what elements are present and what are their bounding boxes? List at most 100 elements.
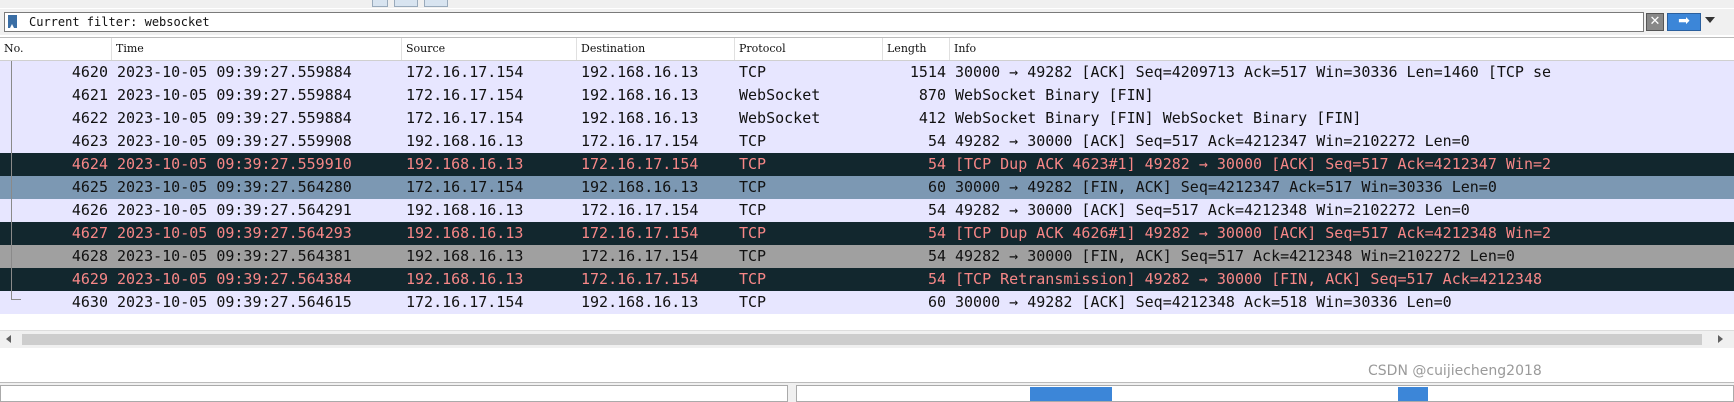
cell-protocol: WebSocket (739, 86, 821, 104)
cell-destination: 172.16.17.154 (581, 270, 699, 288)
cell-destination: 172.16.17.154 (581, 132, 699, 150)
cell-info: WebSocket Binary [FIN] (955, 86, 1154, 104)
table-row[interactable]: 4627 2023-10-05 09:39:27.564293 192.168.16… (0, 222, 1734, 245)
cell-destination: 192.168.16.13 (581, 293, 699, 311)
cell-no: 4630 (71, 293, 108, 311)
table-row[interactable]: 4625 2023-10-05 09:39:27.564280 172.16.17.… (0, 176, 1734, 199)
cell-protocol: TCP (739, 293, 767, 311)
cell-info: [TCP Dup ACK 4623#1] 49282 → 30000 [ACK]… (955, 155, 1552, 173)
toolbar-strip (0, 0, 1734, 8)
cell-info: [TCP Retransmission] 49282 → 30000 [FIN,… (955, 270, 1542, 288)
cell-length: 54 (927, 224, 946, 242)
cell-no: 4625 (71, 178, 108, 196)
cell-length: 54 (927, 270, 946, 288)
watermark: CSDN @cuijiecheng2018 (1368, 363, 1542, 379)
scrollbar-thumb[interactable] (22, 334, 1702, 345)
cell-info: 30000 → 49282 [ACK] Seq=4212348 Ack=518 … (955, 293, 1452, 311)
bytes-highlight (1030, 387, 1112, 401)
filter-text: Current filter: websocket (29, 15, 210, 29)
packet-list: No. Time Source Destination Protocol Len… (0, 37, 1734, 328)
cell-destination: 192.168.16.13 (581, 63, 699, 81)
cell-protocol: TCP (739, 132, 767, 150)
cell-no: 4623 (71, 132, 108, 150)
cell-source: 192.168.16.13 (406, 155, 524, 173)
toolbar-button[interactable] (394, 0, 418, 7)
cell-source: 192.168.16.13 (406, 132, 524, 150)
cell-length: 60 (927, 293, 946, 311)
packet-bytes-pane[interactable] (796, 385, 1734, 402)
cell-info: 30000 → 49282 [FIN, ACK] Seq=4212347 Ack… (955, 178, 1497, 196)
bookmark-icon[interactable] (8, 15, 17, 28)
cell-protocol: TCP (739, 178, 767, 196)
cell-time: 2023-10-05 09:39:27.564381 (117, 247, 352, 265)
column-header-source[interactable]: Source (402, 38, 577, 60)
cell-time: 2023-10-05 09:39:27.564293 (117, 224, 352, 242)
packet-details-pane[interactable] (0, 385, 788, 402)
cell-length: 54 (927, 247, 946, 265)
column-header-no[interactable]: No. (0, 38, 112, 60)
cell-no: 4629 (71, 270, 108, 288)
table-row[interactable]: 4621 2023-10-05 09:39:27.559884 172.16.17.… (0, 84, 1734, 107)
cell-length: 60 (927, 178, 946, 196)
table-row[interactable]: 4623 2023-10-05 09:39:27.559908 192.168.16… (0, 130, 1734, 153)
cell-destination: 172.16.17.154 (581, 224, 699, 242)
cell-no: 4622 (71, 109, 108, 127)
packet-list-header: No. Time Source Destination Protocol Len… (0, 38, 1734, 61)
toolbar-button[interactable] (372, 0, 388, 7)
cell-info: 49282 → 30000 [ACK] Seq=517 Ack=4212348 … (955, 201, 1470, 219)
cell-protocol: WebSocket (739, 109, 821, 127)
column-header-protocol[interactable]: Protocol (735, 38, 883, 60)
cell-source: 172.16.17.154 (406, 178, 524, 196)
scroll-right-icon[interactable] (1718, 335, 1723, 343)
toolbar-button[interactable] (424, 0, 448, 7)
cell-destination: 192.168.16.13 (581, 178, 699, 196)
column-header-destination[interactable]: Destination (577, 38, 735, 60)
cell-no: 4624 (71, 155, 108, 173)
column-header-info[interactable]: Info (950, 38, 1734, 60)
horizontal-scrollbar[interactable] (0, 330, 1734, 348)
details-panes (0, 382, 1734, 402)
cell-no: 4627 (71, 224, 108, 242)
cell-length: 54 (927, 132, 946, 150)
cell-time: 2023-10-05 09:39:27.559884 (117, 109, 352, 127)
cell-no: 4620 (71, 63, 108, 81)
cell-protocol: TCP (739, 63, 767, 81)
cell-info: [TCP Dup ACK 4626#1] 49282 → 30000 [ACK]… (955, 224, 1552, 242)
cell-no: 4626 (71, 201, 108, 219)
table-row[interactable]: 4628 2023-10-05 09:39:27.564381 192.168.16… (0, 245, 1734, 268)
cell-source: 192.168.16.13 (406, 201, 524, 219)
cell-destination: 172.16.17.154 (581, 155, 699, 173)
cell-length: 1514 (909, 63, 946, 81)
clear-icon[interactable]: ✕ (1646, 13, 1664, 31)
cell-length: 54 (927, 201, 946, 219)
cell-protocol: TCP (739, 247, 767, 265)
table-row[interactable]: 4620 2023-10-05 09:39:27.559884 172.16.17.… (0, 61, 1734, 84)
cell-source: 192.168.16.13 (406, 270, 524, 288)
cell-info: 49282 → 30000 [ACK] Seq=517 Ack=4212347 … (955, 132, 1470, 150)
cell-protocol: TCP (739, 201, 767, 219)
arrow-right-icon[interactable]: ➡ (1667, 13, 1701, 31)
cell-info: WebSocket Binary [FIN] WebSocket Binary … (955, 109, 1362, 127)
cell-destination: 172.16.17.154 (581, 201, 699, 219)
cell-time: 2023-10-05 09:39:27.564280 (117, 178, 352, 196)
table-row[interactable]: 4630 2023-10-05 09:39:27.564615 172.16.17.… (0, 291, 1734, 314)
table-row[interactable]: 4624 2023-10-05 09:39:27.559910 192.168.16… (0, 153, 1734, 176)
bytes-highlight (1398, 387, 1428, 401)
cell-length: 870 (918, 86, 946, 104)
display-filter-bar: Current filter: websocket ✕ ➡ (0, 9, 1734, 35)
table-row[interactable]: 4622 2023-10-05 09:39:27.559884 172.16.17.… (0, 107, 1734, 130)
table-row[interactable]: 4629 2023-10-05 09:39:27.564384 192.168.16… (0, 268, 1734, 291)
column-header-time[interactable]: Time (112, 38, 402, 60)
table-row[interactable]: 4626 2023-10-05 09:39:27.564291 192.168.16… (0, 199, 1734, 222)
scroll-left-icon[interactable] (6, 335, 11, 343)
cell-time: 2023-10-05 09:39:27.564384 (117, 270, 352, 288)
cell-time: 2023-10-05 09:39:27.559908 (117, 132, 352, 150)
cell-protocol: TCP (739, 224, 767, 242)
cell-destination: 192.168.16.13 (581, 109, 699, 127)
chevron-down-icon[interactable] (1705, 17, 1715, 23)
cell-source: 172.16.17.154 (406, 109, 524, 127)
column-header-length[interactable]: Length (883, 38, 950, 60)
cell-destination: 192.168.16.13 (581, 86, 699, 104)
cell-time: 2023-10-05 09:39:27.559910 (117, 155, 352, 173)
display-filter-input[interactable]: Current filter: websocket (4, 12, 1644, 32)
